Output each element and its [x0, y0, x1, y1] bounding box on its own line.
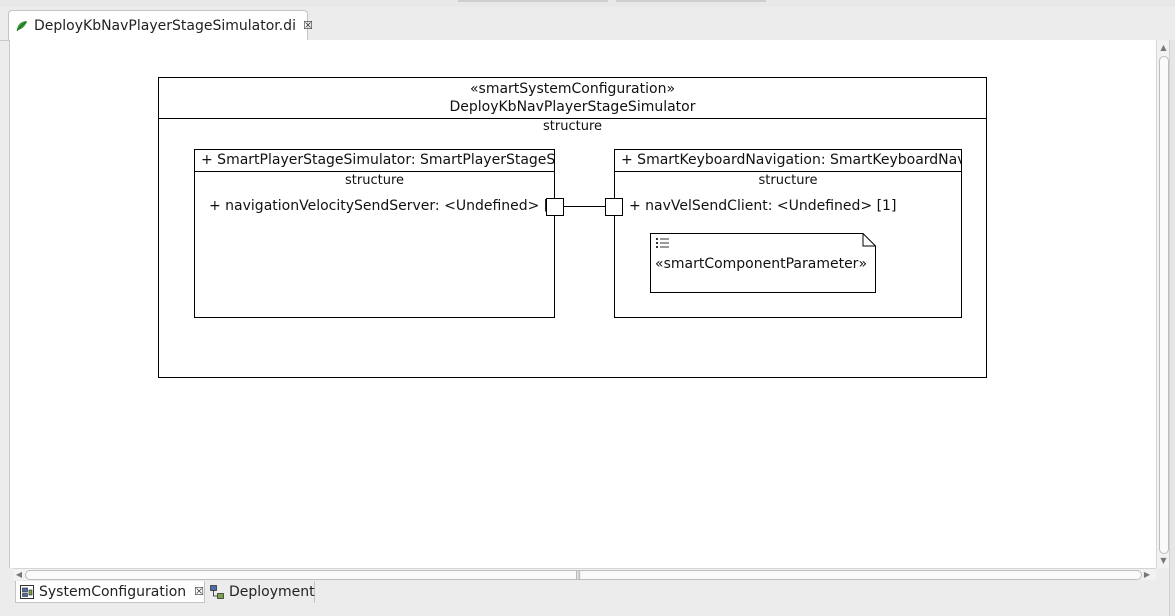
editor-tab[interactable]: DeployKbNavPlayerStageSimulator.di ☒ — [8, 10, 313, 40]
papyrus-leaf-icon — [15, 19, 29, 33]
editor-tab-title: DeployKbNavPlayerStageSimulator.di — [34, 17, 296, 34]
vertical-scroll-thumb[interactable] — [1159, 56, 1169, 554]
port-label[interactable]: + navigationVelocitySendServer: <Undefin… — [209, 198, 564, 214]
close-icon[interactable]: ☒ — [194, 585, 204, 598]
system-configuration-header: «smartSystemConfiguration» DeployKbNavPl… — [159, 78, 986, 119]
port-connector[interactable] — [564, 206, 605, 207]
scroll-down-icon[interactable]: ▼ — [1158, 555, 1169, 566]
system-configuration-icon — [20, 584, 34, 599]
tab-label: Deployment — [229, 584, 315, 600]
horizontal-scroll-thumb[interactable] — [25, 570, 1142, 580]
part-title[interactable]: + SmartPlayerStageSimulator: SmartPlayer… — [195, 150, 554, 172]
component-parameter-node[interactable]: «smartComponentParameter» — [650, 233, 876, 293]
vertical-scrollbar[interactable]: ▲ ▼ — [1156, 40, 1170, 568]
top-strip — [0, 0, 1175, 7]
component-parameter-label: «smartComponentParameter» — [655, 256, 868, 272]
tab-system-configuration[interactable]: SystemConfiguration ☒ — [15, 581, 205, 603]
tab-label: SystemConfiguration — [39, 583, 187, 600]
right-panel-edge — [1169, 40, 1175, 616]
diagram-tab-bar: SystemConfiguration ☒ Deployment — [0, 580, 1169, 616]
editor-tab-bar: DeployKbNavPlayerStageSimulator.di ☒ — [0, 7, 1175, 41]
system-structure-compartment-label: structure — [543, 119, 602, 134]
part-structure-compartment-label: structure — [345, 173, 404, 188]
system-stereotype: «smartSystemConfiguration» — [469, 81, 676, 97]
part-smart-player-stage-simulator[interactable]: + SmartPlayerStageSimulator: SmartPlayer… — [194, 149, 564, 318]
scroll-right-icon[interactable]: ▶ — [1142, 569, 1152, 580]
scroll-left-icon[interactable]: ◀ — [14, 569, 24, 580]
tab-deployment[interactable]: Deployment — [206, 581, 315, 603]
system-name[interactable]: DeployKbNavPlayerStageSimulator — [159, 98, 986, 116]
port-label[interactable]: + navVelSendClient: <Undefined> [1] — [629, 198, 896, 214]
top-separator — [616, 0, 766, 2]
scroll-up-icon[interactable]: ▲ — [1158, 42, 1169, 53]
port-navigation-velocity-send-server[interactable] — [546, 198, 564, 216]
part-title[interactable]: + SmartKeyboardNavigation: SmartKeyboard… — [615, 150, 961, 172]
port-nav-vel-send-client[interactable] — [605, 198, 623, 216]
close-icon[interactable]: ☒ — [303, 19, 313, 32]
top-separator — [458, 0, 608, 2]
scroll-grip-icon: ||| — [575, 570, 581, 579]
part-structure-compartment-label: structure — [758, 173, 818, 188]
deployment-icon — [210, 585, 224, 599]
